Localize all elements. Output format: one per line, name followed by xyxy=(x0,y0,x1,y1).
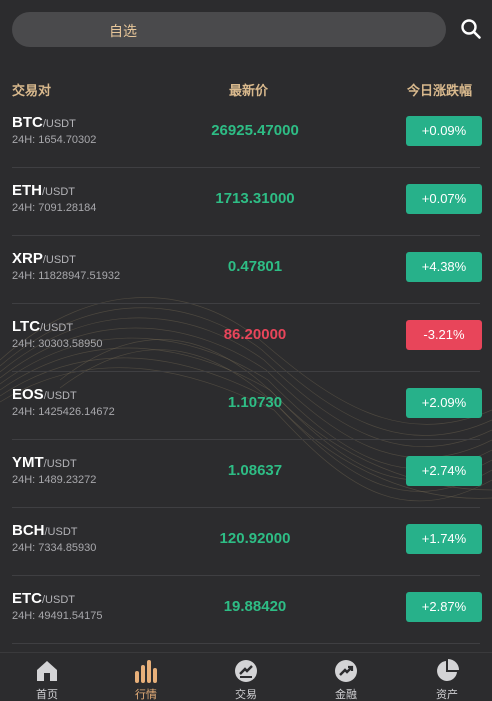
change-badge[interactable]: +2.87% xyxy=(406,592,482,622)
divider xyxy=(12,643,480,644)
volume-24h: 24H: 49491.54175 xyxy=(12,610,103,622)
market-row[interactable]: BCH/USDT 24H: 7334.85930 120.92000 +1.74… xyxy=(0,508,492,576)
pair-symbol: EOS/USDT xyxy=(12,386,77,403)
column-change: 今日涨跌幅 xyxy=(406,83,472,98)
market-row[interactable]: XRP/USDT 24H: 11828947.51932 0.47801 +4.… xyxy=(0,236,492,304)
column-price: 最新价 xyxy=(229,83,269,98)
search-icon[interactable] xyxy=(460,18,482,40)
volume-24h: 24H: 30303.58950 xyxy=(12,338,103,350)
market-bars-icon xyxy=(135,660,157,683)
finance-trend-icon xyxy=(335,660,357,682)
volume-24h: 24H: 11828947.51932 xyxy=(12,270,121,282)
nav-market[interactable]: 行情 xyxy=(116,653,176,701)
pair-symbol: BTC/USDT xyxy=(12,114,76,131)
market-row[interactable]: ETH/USDT 24H: 7091.28184 1713.31000 +0.0… xyxy=(0,168,492,236)
market-list: BTC/USDT 24H: 1654.70302 26925.47000 +0.… xyxy=(0,100,492,644)
nav-finance[interactable]: 金融 xyxy=(316,653,376,701)
volume-24h: 24H: 1489.23272 xyxy=(12,474,97,486)
change-badge[interactable]: +1.74% xyxy=(406,524,482,554)
nav-market-label: 行情 xyxy=(135,689,157,701)
last-price: 1.10730 xyxy=(227,394,283,411)
pair-symbol: YMT/USDT xyxy=(12,454,77,471)
last-price: 86.20000 xyxy=(223,326,287,343)
nav-trade-label: 交易 xyxy=(235,689,257,701)
top-bar: 自选 xyxy=(0,0,492,60)
favorites-tab-label: 自选 xyxy=(109,23,137,39)
pair-symbol: ETH/USDT xyxy=(12,182,75,199)
last-price: 1.08637 xyxy=(227,462,283,479)
pair-symbol: XRP/USDT xyxy=(12,250,76,267)
nav-assets[interactable]: 资产 xyxy=(417,653,477,701)
volume-24h: 24H: 7091.28184 xyxy=(12,202,97,214)
market-row[interactable]: BTC/USDT 24H: 1654.70302 26925.47000 +0.… xyxy=(0,100,492,168)
trade-icon xyxy=(235,660,257,682)
nav-assets-label: 资产 xyxy=(436,689,458,701)
home-icon xyxy=(37,661,57,681)
pair-symbol: BCH/USDT xyxy=(12,522,78,539)
market-row[interactable]: EOS/USDT 24H: 1425426.14672 1.10730 +2.0… xyxy=(0,372,492,440)
volume-24h: 24H: 7334.85930 xyxy=(12,542,97,554)
change-badge[interactable]: -3.21% xyxy=(406,320,482,350)
change-badge[interactable]: +2.74% xyxy=(406,456,482,486)
assets-pie-icon xyxy=(437,659,459,681)
change-badge[interactable]: +0.09% xyxy=(406,116,482,146)
nav-home-label: 首页 xyxy=(36,689,58,701)
market-row[interactable]: LTC/USDT 24H: 30303.58950 86.20000 -3.21… xyxy=(0,304,492,372)
volume-24h: 24H: 1654.70302 xyxy=(12,134,97,146)
change-badge[interactable]: +0.07% xyxy=(406,184,482,214)
market-row[interactable]: YMT/USDT 24H: 1489.23272 1.08637 +2.74% xyxy=(0,440,492,508)
pair-symbol: LTC/USDT xyxy=(12,318,74,335)
last-price: 1713.31000 xyxy=(215,190,295,207)
last-price: 19.88420 xyxy=(223,598,287,615)
change-badge[interactable]: +2.09% xyxy=(406,388,482,418)
change-badge[interactable]: +4.38% xyxy=(406,252,482,282)
nav-finance-label: 金融 xyxy=(335,689,357,701)
favorites-tab[interactable]: 自选 xyxy=(12,12,446,47)
last-price: 26925.47000 xyxy=(211,122,299,139)
last-price: 0.47801 xyxy=(227,258,283,275)
nav-home[interactable]: 首页 xyxy=(17,653,77,701)
market-row[interactable]: ETC/USDT 24H: 49491.54175 19.88420 +2.87… xyxy=(0,576,492,644)
volume-24h: 24H: 1425426.14672 xyxy=(12,406,115,418)
bottom-nav: 首页 行情 交易 金融 资产 xyxy=(0,652,492,701)
pair-symbol: ETC/USDT xyxy=(12,590,75,607)
last-price: 120.92000 xyxy=(219,530,291,547)
column-header: 交易对 最新价 今日涨跌幅 xyxy=(0,78,492,100)
nav-trade[interactable]: 交易 xyxy=(216,653,276,701)
column-pair: 交易对 xyxy=(12,83,52,98)
